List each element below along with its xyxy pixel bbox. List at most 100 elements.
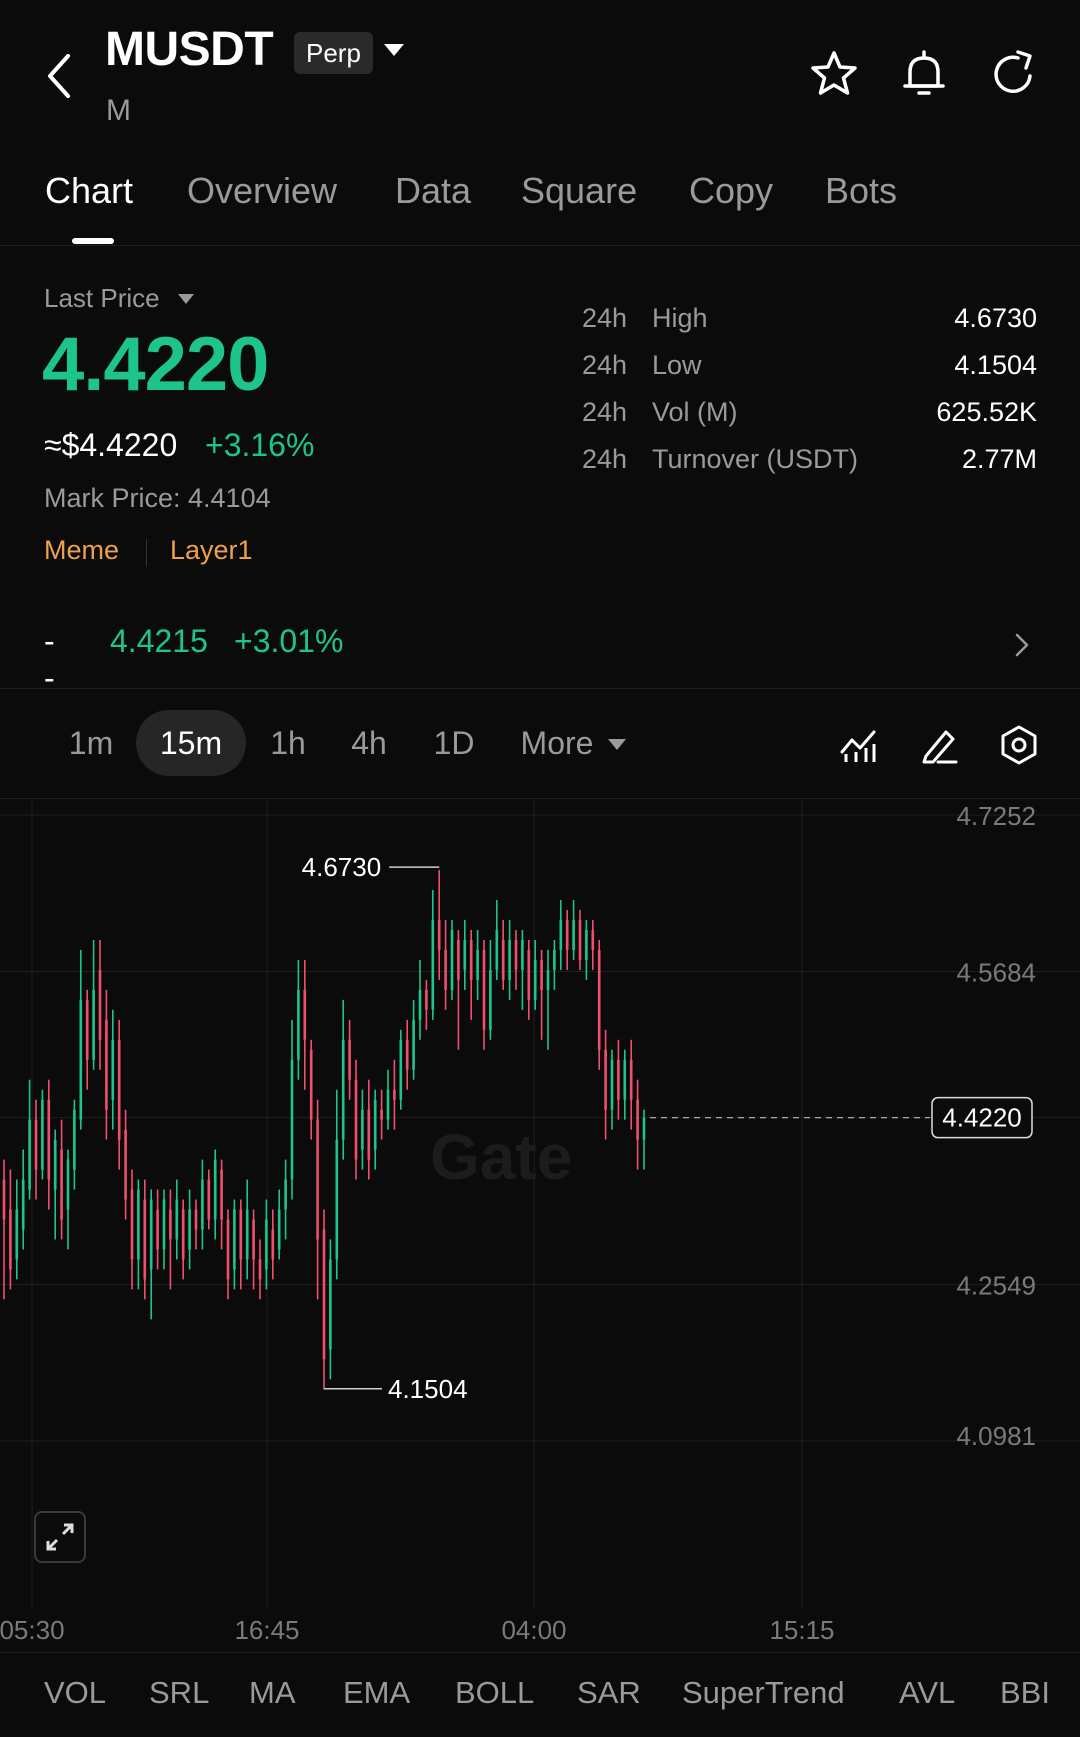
- x-axis-tick-label: 04:00: [501, 1615, 566, 1645]
- candle-body: [41, 1099, 44, 1170]
- candle-body: [476, 949, 479, 980]
- timeframe-15m[interactable]: 15m: [136, 710, 246, 776]
- stat-24h-low: 24h Low 4.1504: [582, 350, 1037, 390]
- candle-body: [437, 920, 441, 950]
- tag-meme[interactable]: Meme: [44, 535, 119, 566]
- expand-icon: [46, 1523, 74, 1551]
- candle-body: [629, 1059, 633, 1100]
- candle-body: [469, 939, 473, 980]
- indicator-avl[interactable]: AVL: [899, 1675, 955, 1711]
- candle-body: [53, 1139, 57, 1190]
- candle-body: [335, 1139, 339, 1260]
- back-icon[interactable]: [40, 48, 80, 104]
- y-axis-tick-label: 4.7252: [956, 801, 1036, 831]
- header: MUSDT Perp M: [0, 0, 1080, 140]
- candlestick-chart[interactable]: Gate 4.7252 4.5684 4.2549 4.0981 05:30 16:45 04…: [0, 799, 1080, 1651]
- symbol-title[interactable]: MUSDT: [105, 22, 274, 77]
- stat-label: High: [652, 303, 708, 333]
- tab-overview[interactable]: Overview: [187, 170, 337, 212]
- active-tab-indicator: [72, 238, 114, 244]
- candle-body: [540, 959, 543, 990]
- candle-body: [124, 1129, 127, 1200]
- high-price-label: 4.6730: [302, 852, 382, 882]
- tab-bots[interactable]: Bots: [825, 170, 897, 212]
- caret-down-icon[interactable]: [608, 739, 626, 750]
- candle-body: [565, 920, 569, 950]
- candle-body: [482, 949, 486, 1030]
- candle-body: [585, 929, 588, 960]
- candle-body: [623, 1059, 627, 1100]
- candle-body: [610, 1059, 614, 1110]
- candle-body: [527, 949, 531, 1000]
- stat-value: 2.77M: [961, 444, 1037, 474]
- indicator-sar[interactable]: SAR: [577, 1675, 641, 1711]
- last-price-label[interactable]: Last Price: [44, 283, 160, 314]
- indicator-ema[interactable]: EMA: [343, 1675, 410, 1711]
- stat-prefix: 24h: [582, 303, 628, 333]
- tab-copy[interactable]: Copy: [689, 170, 773, 212]
- candle-body: [604, 1049, 607, 1110]
- candle-body: [316, 1119, 319, 1240]
- indicator-bar: VOL SRL MA EMA BOLL SAR SuperTrend AVL B…: [0, 1652, 1080, 1737]
- candle-body: [361, 1109, 364, 1150]
- candle-body: [258, 1259, 262, 1280]
- candle-body: [290, 1059, 294, 1180]
- candle-body: [169, 1209, 172, 1240]
- candle-body: [431, 920, 435, 1010]
- stat-value: 4.6730: [954, 303, 1037, 333]
- timeframe-1h[interactable]: 1h: [258, 710, 318, 776]
- candle-body: [271, 1229, 275, 1260]
- candle-body: [546, 969, 550, 990]
- indicator-boll[interactable]: BOLL: [455, 1675, 534, 1711]
- expand-chart-button[interactable]: [34, 1511, 86, 1563]
- candle-body: [508, 939, 511, 980]
- settings-hex-icon[interactable]: [998, 724, 1040, 766]
- indicator-bbi[interactable]: BBI: [1000, 1675, 1050, 1711]
- tab-data[interactable]: Data: [395, 170, 471, 212]
- timeframe-4h[interactable]: 4h: [338, 710, 400, 776]
- timeframe-1m[interactable]: 1m: [56, 710, 126, 776]
- candle-body: [92, 989, 95, 1060]
- refresh-icon[interactable]: [988, 48, 1040, 100]
- candle-body: [501, 939, 505, 980]
- contract-type-badge[interactable]: Perp: [294, 32, 373, 74]
- candle-body: [213, 1159, 217, 1220]
- candle-body: [354, 1079, 358, 1160]
- price-chart[interactable]: Gate 4.7252 4.5684 4.2549 4.0981 05:30 16:45 04…: [0, 798, 1080, 1650]
- indicator-vol[interactable]: VOL: [44, 1675, 106, 1711]
- indicator-supertrend[interactable]: SuperTrend: [682, 1675, 845, 1711]
- candle-body: [553, 949, 556, 970]
- low-price-label: 4.1504: [388, 1374, 468, 1404]
- timeframe-more[interactable]: More: [512, 710, 602, 776]
- stat-prefix: 24h: [582, 444, 628, 474]
- candle-body: [79, 999, 83, 1120]
- caret-down-icon[interactable]: [178, 294, 194, 304]
- stat-value: 625.52K: [936, 397, 1037, 427]
- candle-body: [162, 1199, 166, 1250]
- candle-body: [457, 939, 460, 980]
- candle-body: [201, 1179, 204, 1230]
- chevron-right-icon[interactable]: [1012, 630, 1032, 660]
- indicators-icon[interactable]: [838, 724, 880, 766]
- tab-chart[interactable]: Chart: [45, 170, 133, 212]
- candle-body: [245, 1209, 249, 1260]
- tag-layer1[interactable]: Layer1: [170, 535, 253, 566]
- indicator-srl[interactable]: SRL: [149, 1675, 209, 1711]
- x-axis-tick-label: 15:15: [769, 1615, 834, 1645]
- x-axis-tick-label: 05:30: [0, 1615, 65, 1645]
- candle-body: [117, 1039, 121, 1140]
- price-change-percent: +3.16%: [205, 427, 315, 463]
- tab-square[interactable]: Square: [521, 170, 637, 212]
- indicator-ma[interactable]: MA: [249, 1675, 296, 1711]
- candle-body: [303, 989, 307, 1040]
- candle-body: [111, 1039, 115, 1100]
- stat-value: 4.1504: [954, 350, 1037, 380]
- candle-body: [393, 1089, 396, 1100]
- star-icon[interactable]: [808, 48, 860, 100]
- timeframe-bar: 1m 15m 1h 4h 1D More: [0, 706, 1080, 784]
- bell-icon[interactable]: [898, 48, 950, 100]
- chevron-down-icon[interactable]: [384, 44, 404, 56]
- timeframe-1d[interactable]: 1D: [420, 710, 488, 776]
- candle-body: [47, 1099, 51, 1180]
- draw-pen-icon[interactable]: [918, 724, 960, 766]
